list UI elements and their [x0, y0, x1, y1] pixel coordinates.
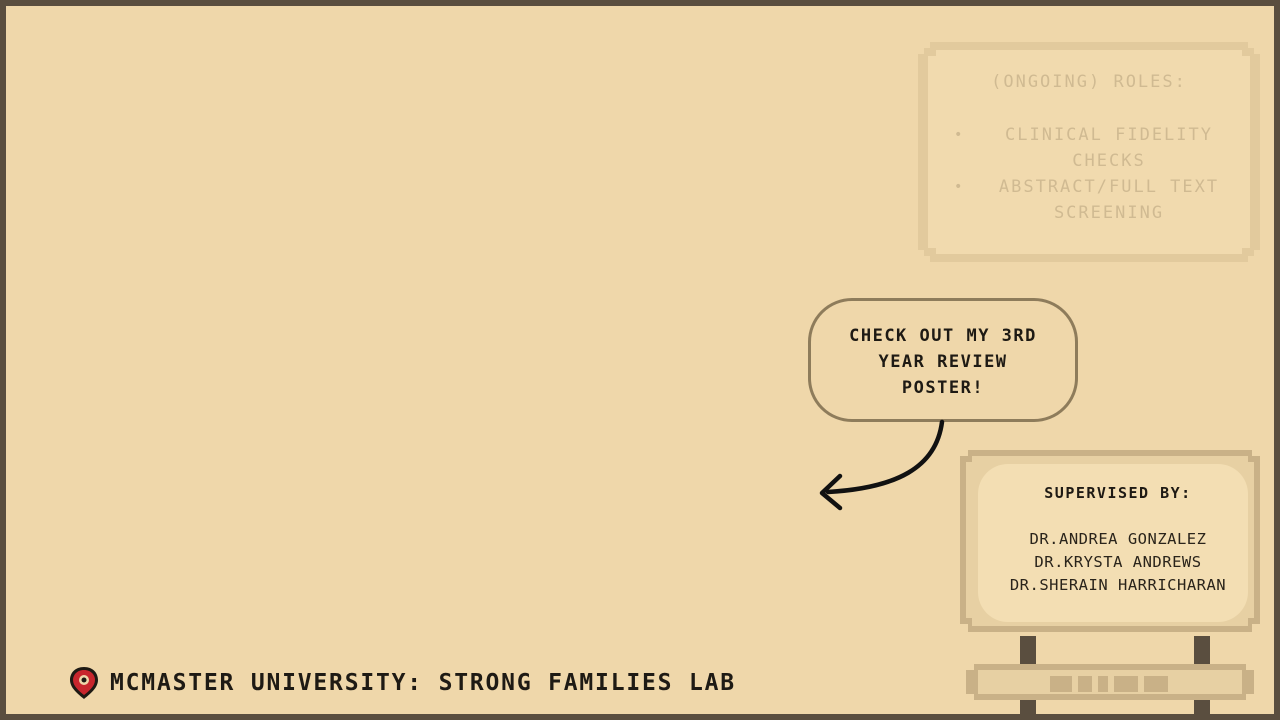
- footer-title: MCMASTER UNIVERSITY: STRONG FAMILIES LAB: [110, 670, 736, 696]
- supervisor-title: SUPERVISED BY:: [1044, 484, 1192, 502]
- supervisor-names: DR.ANDREA GONZALEZ DR.KRYSTA ANDREWS DR.…: [968, 528, 1268, 597]
- bullet-icon: •: [954, 179, 965, 195]
- supervisor-text: SUPERVISED BY: DR.ANDREA GONZALEZ DR.KRY…: [968, 6, 1268, 714]
- slide: (ONGOING) ROLES: • CLINICAL FIDELITY CHE…: [6, 6, 1274, 714]
- curved-arrow-icon: [819, 419, 945, 511]
- supervisor-name: DR.KRYSTA ANDREWS: [1034, 553, 1202, 571]
- footer: MCMASTER UNIVERSITY: STRONG FAMILIES LAB: [68, 666, 736, 700]
- supervisor-name: DR.ANDREA GONZALEZ: [1029, 530, 1207, 548]
- supervisor-name: DR.SHERAIN HARRICHARAN: [1009, 576, 1227, 594]
- map-pin-icon: [70, 667, 98, 699]
- bullet-icon: •: [954, 127, 965, 143]
